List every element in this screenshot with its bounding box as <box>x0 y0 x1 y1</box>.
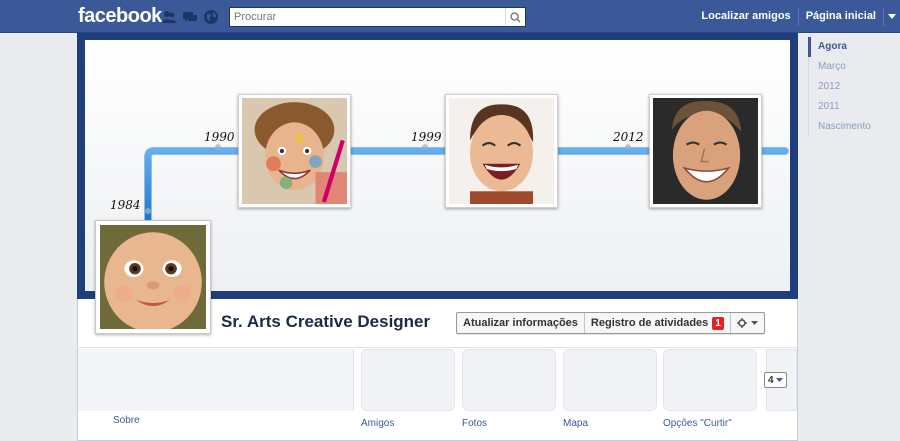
childhood-photo <box>238 94 351 208</box>
friend-requests-icon[interactable] <box>161 9 177 25</box>
photos-link[interactable]: Fotos <box>462 418 487 429</box>
home-link[interactable]: Página inicial <box>799 0 883 33</box>
scrubber-item-2012[interactable]: 2012 <box>808 77 900 97</box>
find-friends-link[interactable]: Localizar amigos <box>694 0 797 33</box>
friends-section-tile[interactable] <box>361 349 455 411</box>
timeline-scrubber: Agora Março 2012 2011 Nascimento <box>808 37 900 137</box>
more-sections-count: 4 <box>768 374 774 386</box>
about-section-tile[interactable] <box>78 349 354 411</box>
gear-icon <box>736 318 747 328</box>
year-label: 1984 <box>110 198 141 212</box>
year-label: 2012 <box>613 130 644 144</box>
scrubber-item-march[interactable]: Março <box>808 57 900 77</box>
facebook-logo[interactable]: facebook <box>78 5 162 28</box>
painted-child-image <box>242 98 347 204</box>
notifications-globe-icon[interactable] <box>203 9 219 25</box>
friends-link[interactable]: Amigos <box>361 418 394 429</box>
update-info-label: Atualizar informações <box>463 317 578 329</box>
profile-picture[interactable] <box>95 220 211 334</box>
about-link[interactable]: Sobre <box>113 415 140 426</box>
laughing-teen-image <box>449 98 554 204</box>
year-label: 1999 <box>411 130 442 144</box>
header-divider <box>77 347 798 348</box>
update-info-button[interactable]: Atualizar informações <box>457 313 585 333</box>
teen-photo <box>445 94 558 208</box>
profile-actions: Atualizar informações Registro de ativid… <box>456 312 765 334</box>
activity-count-badge: 1 <box>712 316 724 330</box>
search-button[interactable] <box>505 8 525 26</box>
year-label: 1990 <box>204 130 235 144</box>
search-icon <box>510 11 521 23</box>
map-link[interactable]: Mapa <box>563 418 588 429</box>
likes-link[interactable]: Opções "Curtir" <box>663 418 732 429</box>
activity-log-button[interactable]: Registro de atividades 1 <box>585 313 731 333</box>
scrubber-item-birth[interactable]: Nascimento <box>808 117 900 137</box>
top-bar: facebook Localizar amigos Página inicial <box>0 0 900 33</box>
chevron-down-icon <box>750 321 758 325</box>
chevron-down-icon <box>888 14 896 19</box>
scrubber-item-now[interactable]: Agora <box>808 37 900 57</box>
smiling-man-image <box>653 98 758 204</box>
top-nav: Localizar amigos Página inicial <box>694 0 900 33</box>
search-box <box>229 7 526 27</box>
baby-image <box>100 225 206 333</box>
profile-name[interactable]: Sr. Arts Creative Designer <box>221 312 430 332</box>
settings-dropdown-button[interactable] <box>731 313 764 333</box>
account-menu-button[interactable] <box>884 0 900 33</box>
messages-icon[interactable] <box>182 9 198 25</box>
map-section-tile[interactable] <box>563 349 657 411</box>
scrubber-item-2011[interactable]: 2011 <box>808 97 900 117</box>
likes-section-tile[interactable] <box>663 349 757 411</box>
chevron-down-icon <box>775 378 783 382</box>
search-input[interactable] <box>230 8 505 26</box>
photos-section-tile[interactable] <box>462 349 556 411</box>
activity-log-label: Registro de atividades <box>590 317 709 329</box>
adult-photo <box>649 94 762 208</box>
notification-jewels <box>161 9 219 25</box>
more-sections-button[interactable]: 4 <box>764 372 787 388</box>
